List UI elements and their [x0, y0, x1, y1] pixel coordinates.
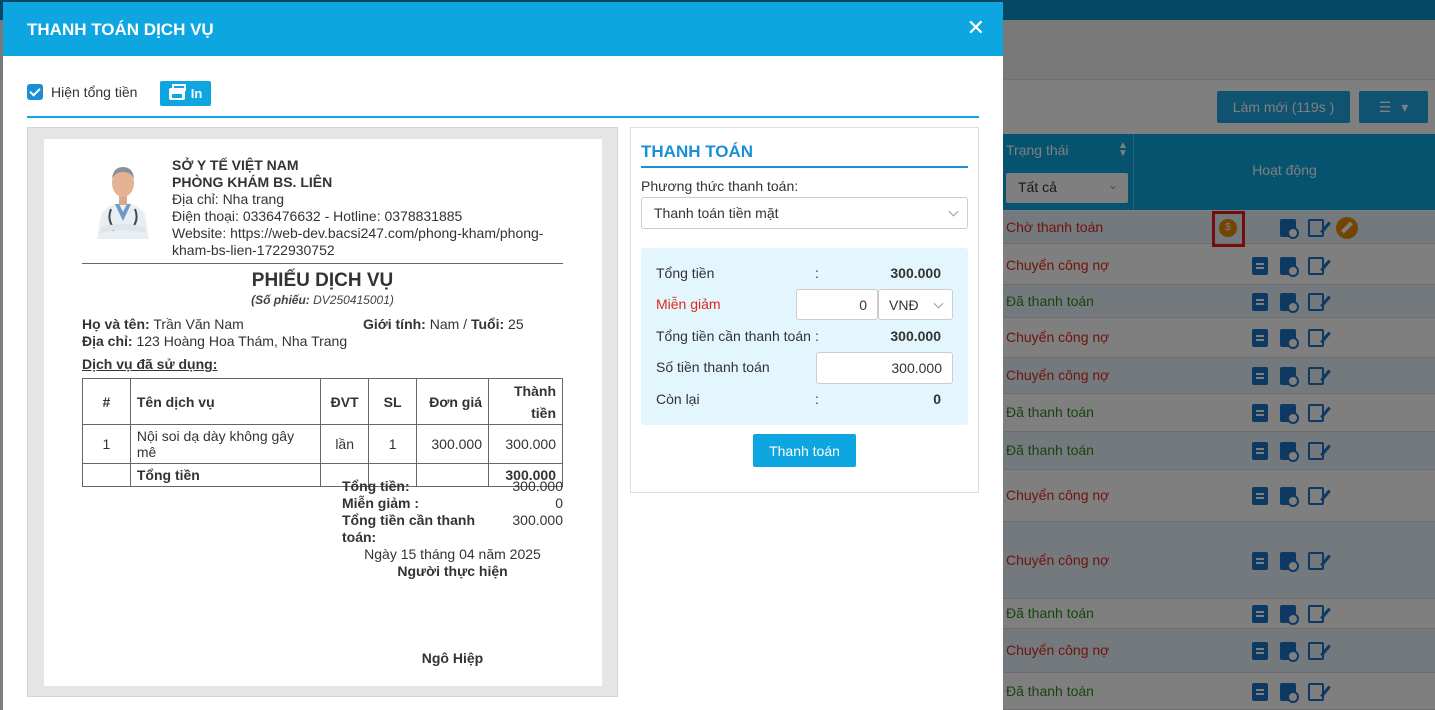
- clinic-website: Website: https://web-dev.bacsi247.com/ph…: [172, 225, 544, 258]
- clinic-info: SỞ Y TẾ VIỆT NAM PHÒNG KHÁM BS. LIÊN Địa…: [172, 157, 564, 259]
- services-table: # Tên dịch vụ ĐVT SL Đơn giá Thành tiền …: [82, 378, 563, 487]
- paid-amount-value: 300.000: [891, 360, 942, 376]
- cell-index: 1: [82, 424, 131, 464]
- cell-unit-price: 300.000: [416, 424, 489, 464]
- print-button[interactable]: In: [160, 81, 211, 106]
- col-amount: Thành tiền: [488, 378, 563, 425]
- org-name: SỞ Y TẾ VIỆT NAM: [172, 157, 299, 173]
- summary-discount: Miễn giảm : 0: [342, 495, 563, 512]
- services-title: Dịch vụ đã sử dụng:: [82, 356, 218, 372]
- cell-empty: [82, 463, 131, 487]
- summary-discount-value: 0: [555, 495, 563, 511]
- payment-method-select[interactable]: Thanh toán tiền mặt: [641, 197, 968, 229]
- close-icon[interactable]: ✕: [967, 17, 985, 39]
- total-value: 300.000: [890, 265, 941, 281]
- clinic-address: Địa chỉ: Nha trang: [172, 191, 285, 207]
- col-unit-price: Đơn giá: [416, 378, 489, 425]
- payable-label: Tổng tiền cần thanh toán: [656, 328, 811, 344]
- cell-quantity: 1: [368, 424, 418, 464]
- chevron-down-icon: [948, 206, 959, 217]
- clinic-phone: Điện thoại: 0336476632 - Hotline: 037883…: [172, 208, 463, 224]
- payment-method-value: Thanh toán tiền mặt: [654, 205, 779, 221]
- patient-name: Họ và tên: Trần Văn Nam: [82, 316, 244, 332]
- summary-payable-label: Tổng tiền cần thanh toán:: [342, 512, 475, 545]
- print-button-label: In: [190, 86, 203, 101]
- receipt-title: PHIẾU DỊCH VỤ: [251, 270, 394, 291]
- remaining-value: 0: [933, 391, 941, 407]
- col-unit: ĐVT: [320, 378, 370, 425]
- summary-total: Tổng tiền: 300.000: [342, 478, 563, 495]
- submit-payment-button[interactable]: Thanh toán: [753, 434, 856, 467]
- receipt-summary: Tổng tiền: 300.000 Miễn giảm : 0 Tổng ti…: [342, 478, 563, 546]
- patient-gender-age: Giới tính: Nam / Tuổi: 25: [363, 316, 524, 332]
- modal-title: THANH TOÁN DỊCH VỤ: [27, 20, 214, 39]
- paid-amount-label: Số tiền thanh toán: [656, 359, 770, 375]
- age-label: Tuổi:: [470, 316, 505, 332]
- modal-toolbar: Hiện tổng tiền In: [27, 80, 979, 118]
- doctor-photo: [91, 157, 155, 239]
- summary-payable-value: 300.000: [512, 512, 563, 528]
- total-label: Tổng tiền: [656, 265, 715, 281]
- colon: :: [815, 328, 819, 344]
- discount-input[interactable]: 0: [796, 289, 878, 320]
- payment-calculation: Tổng tiền : 300.000 Miễn giảm 0 VNĐ Tổng…: [641, 248, 968, 425]
- receipt-number: (Số phiếu: DV250415001): [82, 293, 563, 307]
- paid-amount-input[interactable]: 300.000: [816, 352, 953, 384]
- cell-unit: lần: [320, 424, 370, 464]
- col-service: Tên dịch vụ: [129, 378, 322, 425]
- payment-method-label: Phương thức thanh toán:: [641, 178, 799, 194]
- modal-header: THANH TOÁN DỊCH VỤ ✕: [3, 2, 1003, 56]
- header-divider: [82, 263, 563, 264]
- printer-icon: [168, 83, 186, 100]
- discount-unit-select[interactable]: VNĐ: [878, 289, 953, 320]
- discount-unit-value: VNĐ: [889, 296, 919, 313]
- summary-payable: Tổng tiền cần thanh toán: 300.000: [342, 512, 563, 546]
- chevron-down-icon: [933, 298, 944, 309]
- total-label: Tổng tiền: [129, 463, 322, 487]
- patient-address: Địa chỉ: 123 Hoàng Hoa Thám, Nha Trang: [82, 333, 347, 349]
- payment-panel: THANH TOÁN Phương thức thanh toán: Thanh…: [630, 127, 979, 493]
- cell-service: Nội soi dạ dày không gây mê: [129, 424, 322, 464]
- services-table-header: # Tên dịch vụ ĐVT SL Đơn giá Thành tiền: [82, 378, 563, 425]
- summary-total-value: 300.000: [512, 478, 563, 494]
- cell-amount: 300.000: [488, 424, 563, 464]
- discount-value: 0: [859, 296, 867, 313]
- payment-title: THANH TOÁN: [641, 142, 968, 168]
- payable-value: 300.000: [890, 328, 941, 344]
- patient-name-label: Họ và tên:: [82, 316, 150, 332]
- receipt-date: Ngày 15 tháng 04 năm 2025: [364, 546, 541, 562]
- table-row: 1 Nội soi dạ dày không gây mê lần 1 300.…: [82, 424, 563, 464]
- age-value: 25: [508, 316, 524, 332]
- summary-total-label: Tổng tiền:: [342, 478, 410, 494]
- receipt-preview: SỞ Y TẾ VIỆT NAM PHÒNG KHÁM BS. LIÊN Địa…: [27, 127, 618, 697]
- col-index: #: [82, 378, 131, 425]
- discount-label: Miễn giảm: [656, 296, 721, 312]
- patient-name-value: Trần Văn Nam: [153, 316, 244, 332]
- remaining-label: Còn lại: [656, 391, 700, 407]
- clinic-name: PHÒNG KHÁM BS. LIÊN: [172, 174, 333, 190]
- colon: :: [815, 265, 819, 281]
- gender-label: Giới tính:: [363, 316, 426, 332]
- receipt-paper: SỞ Y TẾ VIỆT NAM PHÒNG KHÁM BS. LIÊN Địa…: [44, 139, 602, 686]
- gender-value: Nam: [429, 316, 460, 332]
- signer-name: Ngô Hiệp: [421, 650, 484, 666]
- signer-role: Người thực hiện: [397, 563, 508, 579]
- show-total-label[interactable]: Hiện tổng tiền: [51, 84, 137, 100]
- receipt-number-label: (Số phiếu:: [251, 293, 310, 307]
- patient-address-value: 123 Hoàng Hoa Thám, Nha Trang: [136, 333, 348, 349]
- patient-address-label: Địa chỉ:: [82, 333, 133, 349]
- summary-discount-label: Miễn giảm :: [342, 495, 420, 511]
- col-quantity: SL: [368, 378, 418, 425]
- colon: :: [815, 391, 819, 407]
- show-total-checkbox[interactable]: [27, 84, 43, 100]
- receipt-number-value: DV250415001): [313, 293, 394, 307]
- payment-modal: THANH TOÁN DỊCH VỤ ✕ Hiện tổng tiền In S…: [3, 2, 1003, 710]
